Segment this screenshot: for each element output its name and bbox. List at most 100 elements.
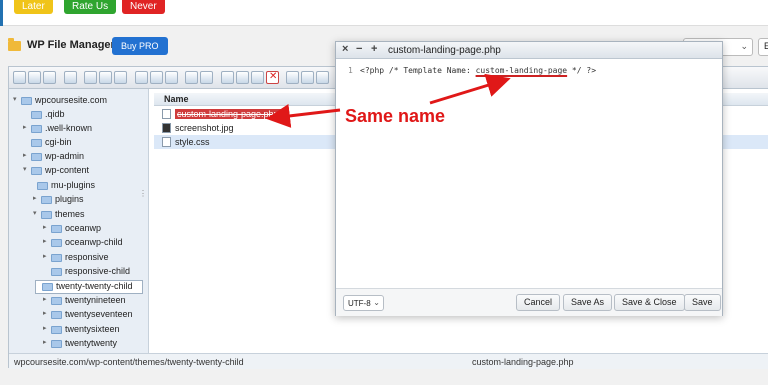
expand-arrow-icon: ▸ — [43, 224, 47, 231]
folder-icon — [21, 97, 32, 105]
expand-arrow-icon: ▸ — [23, 124, 27, 131]
rate-us-button[interactable]: Rate Us — [64, 0, 117, 14]
tree-item-label: oceanwp — [65, 223, 102, 233]
chevron-down-icon: ⌄ — [373, 298, 380, 307]
edit-icon[interactable] — [316, 71, 329, 84]
tree-item-label: wpcoursesite.com — [35, 95, 108, 105]
tree-item-responsive-child[interactable]: responsive-child — [43, 266, 143, 279]
delete-icon[interactable] — [266, 71, 279, 84]
rename-icon[interactable] — [301, 71, 314, 84]
home-icon[interactable] — [64, 71, 77, 84]
code-suffix: */ ?> — [567, 66, 597, 75]
tree-item-label: twentysixteen — [65, 324, 120, 334]
encoding-select[interactable]: UTF-8 ⌄ — [343, 295, 384, 311]
annotation-label: Same name — [345, 106, 446, 126]
up-icon[interactable] — [43, 71, 56, 84]
tree-item-twentytwenty[interactable]: ▸ twentytwenty — [43, 338, 143, 351]
folder-icon — [51, 239, 62, 247]
forward-icon[interactable] — [28, 71, 41, 84]
tree-item-twentynineteen[interactable]: ▸ twentynineteen — [43, 295, 143, 308]
tree-item-themes[interactable]: ▾ themes — [33, 209, 143, 222]
file-name: screenshot.jpg — [175, 123, 234, 133]
open-icon[interactable] — [135, 71, 148, 84]
collapse-arrow-icon: ▾ — [13, 96, 17, 103]
folder-icon — [41, 211, 52, 219]
chevron-down-icon: ⌄ — [740, 41, 748, 51]
expand-arrow-icon: ▸ — [43, 339, 47, 346]
tree-item-label: oceanwp-child — [65, 237, 123, 247]
tree-scrollbar[interactable]: ⋮ — [139, 189, 147, 201]
rating-notice: Later Rate Us Never — [0, 0, 768, 26]
expand-arrow-icon: ▸ — [43, 310, 47, 317]
tree-item-label: wp-admin — [45, 151, 85, 161]
minimize-icon[interactable]: − — [356, 43, 362, 55]
later-button[interactable]: Later — [14, 0, 53, 14]
folder-icon — [51, 340, 62, 348]
image-file-icon — [162, 123, 171, 133]
new-folder-icon[interactable] — [84, 71, 97, 84]
code-editor-dialog: × − + custom-landing-page.php 1 <?php /*… — [335, 41, 723, 316]
folder-icon — [31, 153, 42, 161]
code-prefix: <?php /* Template Name: — [360, 66, 476, 75]
save-close-button[interactable]: Save & Close — [614, 294, 685, 311]
upload-icon[interactable] — [114, 71, 127, 84]
tree-item-plugins[interactable]: ▸ plugins — [33, 194, 143, 207]
expand-arrow-icon: ▸ — [43, 296, 47, 303]
tree-item-oceanwp[interactable]: ▸ oceanwp — [43, 223, 143, 236]
folder-icon — [51, 254, 62, 262]
copy-icon[interactable] — [221, 71, 234, 84]
expand-arrow-icon: ▸ — [43, 238, 47, 245]
tree-item-wp-admin[interactable]: ▸ wp-admin — [23, 151, 143, 164]
back-icon[interactable] — [13, 71, 26, 84]
maximize-icon[interactable]: + — [371, 43, 377, 55]
tree-item-qidb[interactable]: .qidb — [23, 109, 143, 122]
tree-item-twenty-twenty-child[interactable]: twenty-twenty-child — [35, 280, 143, 294]
expand-arrow-icon: ▸ — [23, 152, 27, 159]
tree-item-twentysixteen[interactable]: ▸ twentysixteen — [43, 324, 143, 337]
folder-icon — [42, 283, 53, 291]
save-as-button[interactable]: Save As — [563, 294, 613, 311]
duplicate-icon[interactable] — [286, 71, 299, 84]
close-icon[interactable]: × — [342, 43, 348, 55]
language-select[interactable]: E — [758, 38, 768, 56]
folder-icon — [31, 125, 42, 133]
new-file-icon[interactable] — [99, 71, 112, 84]
tree-item-cgi-bin[interactable]: cgi-bin — [23, 137, 143, 150]
folder-icon — [41, 196, 52, 204]
info-icon[interactable] — [165, 71, 178, 84]
tree-item-mu-plugins[interactable]: mu-plugins — [33, 180, 143, 193]
dialog-titlebar[interactable]: × − + custom-landing-page.php — [336, 42, 722, 59]
folder-tree: ▾ wpcoursesite.com .qidb ▸ .well-known c… — [9, 89, 149, 353]
undo-icon[interactable] — [185, 71, 198, 84]
save-button[interactable]: Save — [684, 294, 721, 311]
tree-item-label: twentynineteen — [65, 295, 126, 305]
buy-pro-button[interactable]: Buy PRO — [112, 37, 168, 55]
tree-item-twentyseventeen[interactable]: ▸ twentyseventeen — [43, 309, 143, 322]
cancel-button[interactable]: Cancel — [516, 294, 561, 311]
tree-item-wp-content[interactable]: ▾ wp-content — [23, 165, 143, 178]
file-name: style.css — [175, 137, 210, 147]
tree-item-root[interactable]: ▾ wpcoursesite.com — [13, 95, 147, 108]
code-line: <?php /* Template Name: custom-landing-p… — [360, 66, 596, 75]
folder-icon — [37, 182, 48, 190]
folder-icon — [31, 167, 42, 175]
tree-item-oceanwp-child[interactable]: ▸ oceanwp-child — [43, 237, 143, 250]
redo-icon[interactable] — [200, 71, 213, 84]
tree-item-label: twenty-twenty-child — [56, 281, 133, 291]
tree-item-label: themes — [55, 209, 85, 219]
css-file-icon — [162, 137, 171, 147]
encoding-value: UTF-8 — [348, 299, 371, 308]
tree-item-well-known[interactable]: ▸ .well-known — [23, 123, 143, 136]
code-area[interactable]: 1 <?php /* Template Name: custom-landing… — [342, 64, 717, 284]
folder-icon — [8, 38, 21, 51]
tree-item-label: plugins — [55, 194, 84, 204]
file-name: custom-landing-page.php — [175, 109, 281, 119]
tree-item-responsive[interactable]: ▸ responsive — [43, 252, 143, 265]
collapse-arrow-icon: ▾ — [33, 210, 37, 217]
paste-icon[interactable] — [251, 71, 264, 84]
tree-item-label: responsive-child — [65, 266, 131, 276]
never-button[interactable]: Never — [122, 0, 165, 14]
cut-icon[interactable] — [236, 71, 249, 84]
folder-icon — [51, 311, 62, 319]
download-icon[interactable] — [150, 71, 163, 84]
